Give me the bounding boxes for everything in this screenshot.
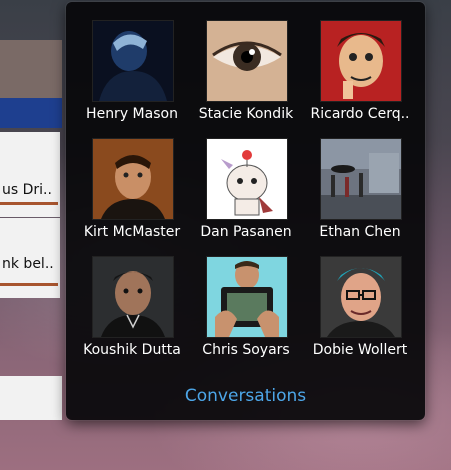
contact-name: Ethan Chen xyxy=(319,224,401,240)
contact-name: Ricardo Cerq.. xyxy=(310,106,410,122)
background-widget-titlebar xyxy=(0,98,62,128)
contact-photo xyxy=(320,20,402,102)
conversations-link[interactable]: Conversations xyxy=(66,386,425,406)
contact-photo xyxy=(92,20,174,102)
background-item-text: nk bel.. xyxy=(2,256,54,272)
contact-name: Stacie Kondik xyxy=(198,106,294,122)
background-list-item[interactable]: nk bel.. xyxy=(0,218,60,298)
contact-name: Koushik Dutta xyxy=(83,342,181,358)
contact-photo xyxy=(206,256,288,338)
contact-henry-mason[interactable]: Henry Mason xyxy=(66,20,178,138)
contact-name: Kirt McMaster xyxy=(83,224,181,240)
contact-chris-soyars[interactable]: Chris Soyars xyxy=(180,256,292,374)
contact-ethan-chen[interactable]: Ethan Chen xyxy=(294,138,406,256)
contact-photo xyxy=(92,138,174,220)
contact-name: Dobie Wollert xyxy=(312,342,408,358)
contact-photo xyxy=(320,138,402,220)
contact-dobie-wollert[interactable]: Dobie Wollert xyxy=(294,256,407,374)
contact-dan-pasanen[interactable]: Dan Pasanen xyxy=(180,138,292,256)
contact-name: Chris Soyars xyxy=(202,342,290,358)
contact-stacie-kondik[interactable]: Stacie Kondik xyxy=(180,20,293,138)
contact-ricardo-cerq[interactable]: Ricardo Cerq.. xyxy=(294,20,410,138)
contact-photo xyxy=(206,138,288,220)
background-divider xyxy=(0,202,58,205)
contact-photo xyxy=(92,256,174,338)
contact-name: Dan Pasanen xyxy=(200,224,292,240)
contact-photo xyxy=(320,256,402,338)
contact-kirt-mcmaster[interactable]: Kirt McMaster xyxy=(66,138,180,256)
contact-photo xyxy=(206,20,288,102)
contacts-popup: Henry Mason Stacie Kondik Ricardo Cerq..… xyxy=(66,2,425,420)
background-list-item[interactable] xyxy=(0,376,62,420)
background-widget-header xyxy=(0,40,62,100)
background-item-text: us Dri.. xyxy=(2,182,52,198)
background-divider xyxy=(0,283,58,286)
contact-koushik-dutta[interactable]: Koushik Dutta xyxy=(66,256,181,374)
contact-name: Henry Mason xyxy=(86,106,178,122)
